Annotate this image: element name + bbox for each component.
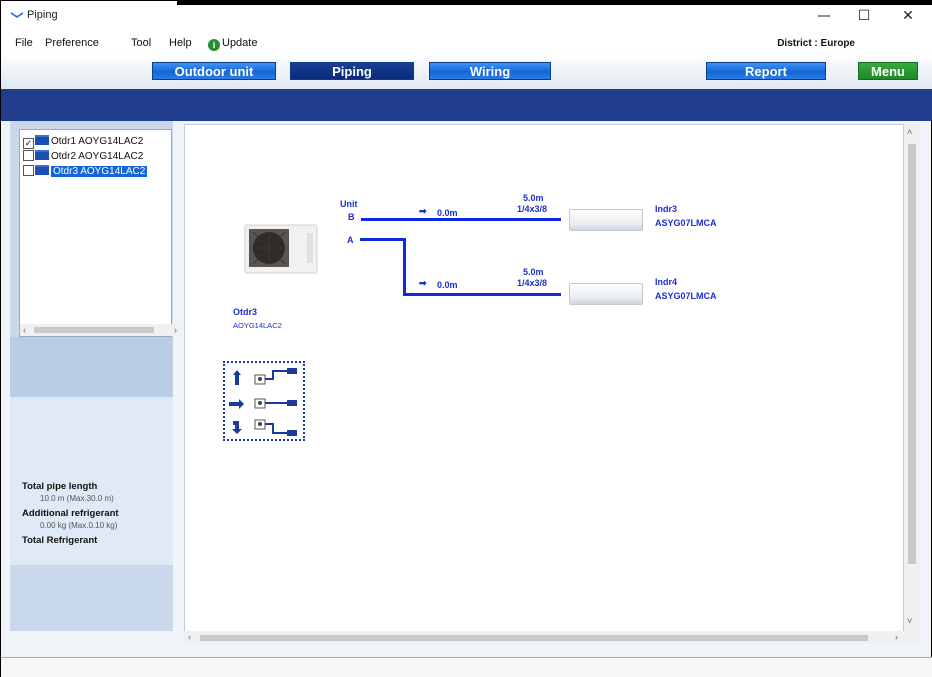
canvas-horizontal-scrollbar[interactable]: ‹ › xyxy=(184,631,920,644)
port-a-label: A xyxy=(347,235,354,245)
scroll-left-icon[interactable]: ‹ xyxy=(23,324,26,336)
scroll-thumb[interactable] xyxy=(34,327,154,333)
update-label: Update xyxy=(222,37,258,49)
scroll-up-icon[interactable]: ˄ xyxy=(907,127,912,137)
district-label: District : Europe xyxy=(777,38,855,49)
branch-2-length: 5.0m xyxy=(523,267,544,277)
tree-item-otdr3[interactable]: Otdr3 AOYG14LAC2 xyxy=(23,165,148,178)
unit-folder-icon xyxy=(35,135,49,145)
branch-2-arrow-icon: ➡ xyxy=(419,278,427,288)
menu-button[interactable]: Menu xyxy=(858,62,918,80)
outdoor-unit-button[interactable]: Outdoor unit xyxy=(152,62,276,80)
menu-file[interactable]: File xyxy=(15,37,33,49)
outdoor-unit-model: AOYG14LAC2 xyxy=(233,321,282,330)
menu-update[interactable]: i Update xyxy=(208,37,257,51)
outdoor-unit-tree[interactable]: ✓ Otdr1 AOYG14LAC2 Otdr2 AOYG14LAC2 Otdr3… xyxy=(19,129,180,337)
tree-item-checkbox[interactable] xyxy=(23,165,34,176)
tree-item-checkbox[interactable]: ✓ xyxy=(23,138,34,149)
outdoor-unit-icon[interactable] xyxy=(239,219,323,277)
unit-folder-icon xyxy=(35,150,49,160)
indoor-4-model: ASYG07LMCA xyxy=(655,291,717,301)
left-panel-band xyxy=(10,337,173,397)
pipe-direction-selector[interactable] xyxy=(223,361,305,441)
indoor-unit-indr3[interactable] xyxy=(569,209,643,231)
branch-2-spec: 1/4x3/8 xyxy=(517,278,548,288)
port-b-label: B xyxy=(348,212,355,222)
maximize-button[interactable]: ☐ xyxy=(849,5,879,27)
branch-1-spec: 1/4x3/8 xyxy=(517,204,548,214)
pipe-direction-icons xyxy=(229,368,297,436)
additional-refrigerant-value: 0.00 kg (Max.0.10 kg) xyxy=(40,521,118,530)
indoor-unit-indr4[interactable] xyxy=(569,283,643,305)
close-button[interactable]: ✕ xyxy=(893,5,923,27)
unit-folder-icon xyxy=(35,165,49,175)
total-refrigerant-label: Total Refrigerant xyxy=(22,535,98,546)
tree-item-checkbox[interactable] xyxy=(23,150,34,161)
piping-button[interactable]: Piping xyxy=(290,62,414,80)
menu-preference[interactable]: Preference xyxy=(45,37,99,49)
tree-item-label: Otdr1 AOYG14LAC2 xyxy=(51,136,144,147)
scroll-right-icon[interactable]: › xyxy=(174,324,177,336)
tree-horizontal-scrollbar[interactable]: ‹ › xyxy=(20,324,180,336)
scroll-thumb[interactable] xyxy=(908,144,916,564)
wiring-button[interactable]: Wiring xyxy=(429,62,551,80)
branch-1-arrow-icon: ➡ xyxy=(419,206,427,216)
outdoor-unit-name: Otdr3 xyxy=(233,307,258,317)
menu-bar: File Preference Tool Help i Update Distri… xyxy=(1,31,932,53)
tree-item-label: Otdr3 AOYG14LAC2 xyxy=(51,166,148,177)
branch-2-extra: 0.0m xyxy=(437,280,458,290)
piping-window: Piping — ☐ ✕ File Preference Tool Help i… xyxy=(0,0,932,677)
scroll-right-icon[interactable]: › xyxy=(895,631,898,644)
tree-item-label: Otdr2 AOYG14LAC2 xyxy=(51,151,144,162)
minimize-button[interactable]: — xyxy=(809,5,839,27)
scroll-left-icon[interactable]: ‹ xyxy=(188,631,191,644)
scroll-down-icon[interactable]: ˅ xyxy=(907,616,912,626)
total-pipe-length-label: Total pipe length xyxy=(22,481,98,492)
scroll-thumb[interactable] xyxy=(200,635,868,641)
window-title: Piping xyxy=(27,9,58,21)
tree-item-otdr2[interactable]: Otdr2 AOYG14LAC2 xyxy=(23,150,143,163)
indoor-4-name: Indr4 xyxy=(655,277,678,287)
indoor-3-name: Indr3 xyxy=(655,204,678,214)
tree-item-otdr1[interactable]: ✓ Otdr1 AOYG14LAC2 xyxy=(23,135,144,149)
status-bar xyxy=(1,657,932,677)
header-band xyxy=(1,89,932,121)
report-button[interactable]: Report xyxy=(706,62,826,80)
pipe-b-line[interactable] xyxy=(361,218,561,221)
menu-tool[interactable]: Tool xyxy=(131,37,151,49)
pipe-a-line-bottom[interactable] xyxy=(403,293,561,296)
additional-refrigerant-label: Additional refrigerant xyxy=(22,508,119,519)
main-toolbar: Outdoor unit Piping Wiring Report Menu xyxy=(1,53,932,89)
update-icon: i xyxy=(208,39,220,51)
branch-1-extra: 0.0m xyxy=(437,208,458,218)
pipe-a-line-vertical[interactable] xyxy=(403,238,406,295)
canvas-vertical-scrollbar[interactable]: ˄ ˅ xyxy=(904,124,920,644)
menu-help[interactable]: Help xyxy=(169,37,192,49)
total-pipe-length-value: 10.0 m (Max.30.0 m) xyxy=(40,494,114,503)
unit-port-label: Unit xyxy=(340,199,358,209)
title-bar: Piping — ☐ ✕ xyxy=(1,1,932,31)
pipe-a-line-top[interactable] xyxy=(360,238,405,241)
app-icon xyxy=(11,12,23,18)
indoor-3-model: ASYG07LMCA xyxy=(655,218,717,228)
branch-1-length: 5.0m xyxy=(523,193,544,203)
